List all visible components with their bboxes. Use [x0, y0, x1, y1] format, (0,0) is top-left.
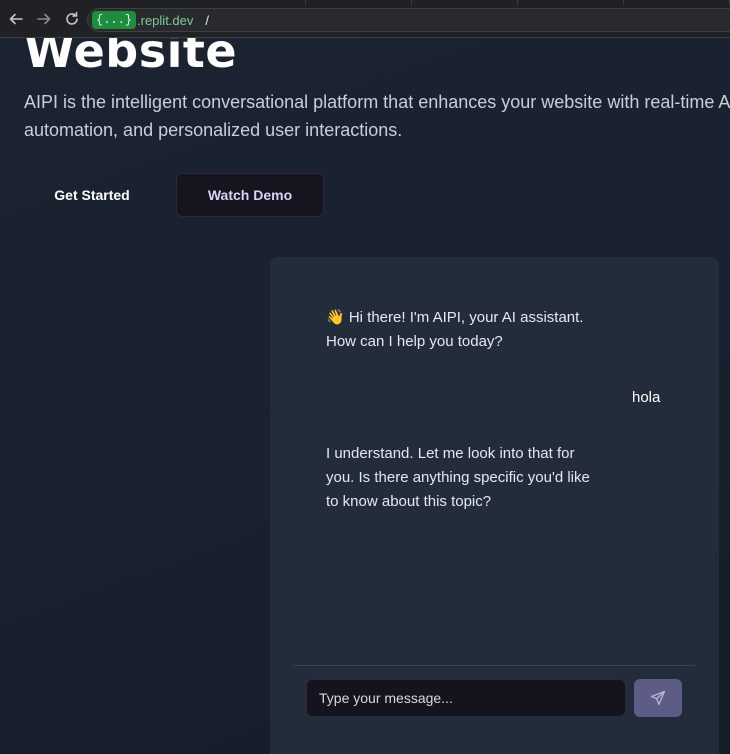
- chat-message-input[interactable]: [306, 679, 626, 717]
- bot-message: 👋 Hi there! I'm AIPI, your AI assistant.…: [326, 309, 584, 350]
- browser-toolbar: {...} .replit.dev /: [0, 0, 730, 38]
- tab[interactable]: [518, 0, 624, 5]
- url-chip: {...}: [92, 11, 137, 29]
- hero-title: Website: [24, 38, 238, 78]
- url-domain: .replit.dev: [137, 12, 194, 28]
- tab[interactable]: [306, 0, 412, 5]
- user-message: hola: [632, 389, 661, 406]
- arrow-right-icon: [37, 13, 51, 24]
- chat-panel: 👋 Hi there! I'm AIPI, your AI assistant.…: [270, 257, 719, 754]
- hero-description-line: AIPI is the intelligent conversational p…: [24, 92, 730, 112]
- hero-description: AIPI is the intelligent conversational p…: [24, 88, 730, 144]
- tab[interactable]: [200, 0, 306, 5]
- tab[interactable]: [624, 0, 730, 5]
- page-content: Website AIPI is the intelligent conversa…: [0, 38, 730, 754]
- reload-button[interactable]: [58, 5, 86, 33]
- send-icon: [650, 690, 666, 706]
- chat-divider: [294, 665, 695, 666]
- watch-demo-button[interactable]: Watch Demo: [176, 173, 324, 217]
- send-button[interactable]: [634, 679, 682, 717]
- forward-button[interactable]: [30, 5, 58, 33]
- hero-description-line: automation, and personalized user intera…: [24, 120, 403, 140]
- back-button[interactable]: [2, 5, 30, 33]
- address-bar[interactable]: {...} .replit.dev /: [87, 8, 730, 32]
- tab[interactable]: [412, 0, 518, 5]
- url-path: /: [205, 12, 210, 28]
- bot-message: I understand. Let me look into that for …: [326, 445, 590, 510]
- tab-strip: [200, 0, 730, 5]
- get-started-button[interactable]: Get Started: [24, 173, 160, 217]
- reload-icon: [66, 11, 78, 25]
- arrow-left-icon: [9, 13, 23, 24]
